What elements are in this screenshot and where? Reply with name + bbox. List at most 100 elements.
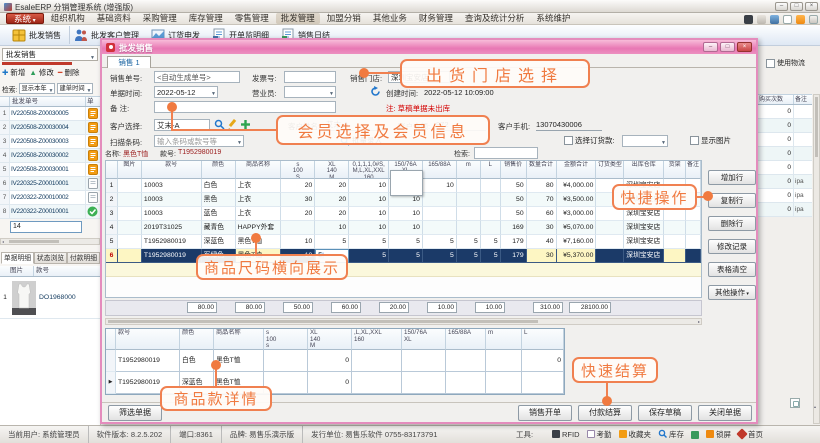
- grid-cell[interactable]: [118, 249, 142, 263]
- order-row[interactable]: 2IV220508-Z00030004: [0, 121, 100, 135]
- grid-cell[interactable]: 20: [315, 179, 349, 193]
- grid-col-header-4[interactable]: 商品名称: [236, 161, 282, 179]
- add-order-button[interactable]: ✚ 新增: [2, 67, 25, 78]
- grid-cell[interactable]: [423, 207, 457, 221]
- order-row[interactable]: 4IV220508-Z00030002: [0, 149, 100, 163]
- grid-cell[interactable]: ¥4,000.00: [557, 179, 597, 193]
- grid-cell[interactable]: 5: [457, 235, 481, 249]
- grid-cell[interactable]: [686, 249, 701, 263]
- grid-col-header-16[interactable]: 出库仓库: [624, 161, 664, 179]
- sidebar-module-select[interactable]: 批发销售 ▼: [2, 48, 98, 61]
- detail-cell[interactable]: [402, 372, 446, 394]
- grid-cell[interactable]: 5: [423, 249, 457, 263]
- grid-cell[interactable]: 5: [481, 249, 501, 263]
- grid-cell[interactable]: 1: [106, 179, 118, 193]
- grid-cell[interactable]: 5: [423, 235, 457, 249]
- order-type-select[interactable]: [622, 135, 668, 147]
- menu-item-6[interactable]: 批发管理: [276, 13, 320, 24]
- note-field[interactable]: [154, 101, 336, 113]
- grid-col-header-1[interactable]: 图片: [118, 161, 142, 179]
- grid-cell[interactable]: 179: [501, 249, 527, 263]
- grid-cell[interactable]: 5: [481, 235, 501, 249]
- menu-item-2[interactable]: 基础资料: [92, 13, 136, 24]
- grid-row-3[interactable]: 310003蓝色上衣202010105060¥3,000.00深圳宝安店: [106, 207, 701, 221]
- menu-item-5[interactable]: 零售管理: [230, 13, 274, 24]
- grid-cell[interactable]: [481, 221, 501, 235]
- clear-grid-button[interactable]: 表格清空: [708, 262, 756, 277]
- grid-cell[interactable]: 2019T31025: [142, 221, 202, 235]
- detail-col-header-6[interactable]: 150/76A XL: [402, 329, 446, 350]
- detail-cell[interactable]: 0: [308, 350, 352, 372]
- window-close-button[interactable]: ×: [805, 2, 818, 11]
- logistics-checkbox[interactable]: [766, 59, 775, 68]
- green-tool-icon[interactable]: [691, 431, 699, 439]
- toolbar-item-0[interactable]: 批发销售: [8, 26, 70, 44]
- invoice-field[interactable]: [284, 71, 336, 83]
- sidebar-tab-0[interactable]: 单据明细: [1, 252, 34, 264]
- grid-cell[interactable]: 藏青色: [202, 221, 236, 235]
- detail-cell[interactable]: [522, 372, 564, 394]
- grid-cell[interactable]: 5: [457, 249, 481, 263]
- grid-cell[interactable]: 2: [106, 193, 118, 207]
- detail-col-header-5[interactable]: ,L,XL,XXL 160: [352, 329, 402, 350]
- grid-cell[interactable]: 30: [527, 249, 557, 263]
- grid-cell[interactable]: 10003: [142, 207, 202, 221]
- order-no-field[interactable]: <自动生成单号>: [154, 71, 240, 83]
- grid-cell[interactable]: T1952980019: [142, 235, 202, 249]
- grid-cell[interactable]: 80: [527, 179, 557, 193]
- grid-cell[interactable]: 深蓝色: [202, 235, 236, 249]
- grid-cell[interactable]: 蓝色: [202, 207, 236, 221]
- grid-cell[interactable]: 5: [389, 235, 423, 249]
- grid-col-header-11[interactable]: L: [481, 161, 501, 179]
- date-filter-select[interactable]: 建单时间: [57, 83, 93, 94]
- grid-cell[interactable]: 50: [501, 207, 527, 221]
- grid-cell[interactable]: [423, 193, 457, 207]
- grid-widget-icon[interactable]: [790, 398, 800, 408]
- grid-cell[interactable]: 40: [527, 235, 557, 249]
- delete-order-button[interactable]: ━ 删除: [58, 67, 80, 78]
- grid-cell[interactable]: 30: [527, 221, 557, 235]
- order-row[interactable]: 1IV220508-Z00030005: [0, 107, 100, 121]
- grid-cell[interactable]: 70: [527, 193, 557, 207]
- menu-item-10[interactable]: 查询及统计分析: [460, 13, 530, 24]
- grid-cell[interactable]: 10: [423, 179, 457, 193]
- detail-cell[interactable]: 黑色T恤: [214, 350, 264, 372]
- show-image-checkbox[interactable]: [690, 136, 699, 145]
- grid-cell[interactable]: [686, 221, 701, 235]
- grid-col-header-0[interactable]: [106, 161, 118, 179]
- grid-cell[interactable]: [118, 221, 142, 235]
- order-row[interactable]: 5IV220508-Z00030001: [0, 163, 100, 177]
- filter-orders-button[interactable]: 筛选单据: [108, 405, 162, 421]
- detail-cell[interactable]: 0: [522, 350, 564, 372]
- clerk-select[interactable]: [284, 86, 336, 98]
- grid-cell[interactable]: [118, 179, 142, 193]
- grid-col-header-6[interactable]: XL 140 M: [315, 161, 349, 179]
- grid-cell[interactable]: [481, 207, 501, 221]
- order-list-header[interactable]: 批发单号 单: [0, 96, 100, 107]
- grid-cell[interactable]: [457, 179, 481, 193]
- detail-cell[interactable]: [446, 372, 486, 394]
- grid-cell[interactable]: [457, 221, 481, 235]
- grid-cell[interactable]: [686, 235, 701, 249]
- grid-cell[interactable]: 深圳宝安店: [624, 235, 664, 249]
- detail-cell[interactable]: [486, 350, 522, 372]
- grid-cell[interactable]: 5: [389, 249, 423, 263]
- grid-cell[interactable]: ¥3,000.00: [557, 207, 597, 221]
- grid-cell[interactable]: [664, 249, 686, 263]
- message-bubble-icon[interactable]: [783, 15, 792, 24]
- sale-tab[interactable]: 销售 1: [107, 56, 151, 68]
- detail-col-header-4[interactable]: XL 140 M: [308, 329, 352, 350]
- order-row[interactable]: 7IV220322-Z00010002: [0, 191, 100, 205]
- grid-cell[interactable]: 上衣: [236, 193, 282, 207]
- menu-item-9[interactable]: 财务管理: [414, 13, 458, 24]
- grid-cell[interactable]: 10: [349, 221, 389, 235]
- grid-cell[interactable]: 上衣: [236, 207, 282, 221]
- dialog-maximize-button[interactable]: □: [720, 42, 735, 52]
- grid-cell[interactable]: 30: [281, 193, 315, 207]
- grid-col-header-7[interactable]: 0,1,1,1,0#S, M,L,XL,XXL 160: [349, 161, 389, 179]
- order-row[interactable]: 6IV220325-Z00010001: [0, 177, 100, 191]
- grid-cell[interactable]: 10: [315, 221, 349, 235]
- rfid-device-icon[interactable]: [744, 15, 753, 24]
- grid-cell[interactable]: 5: [349, 235, 389, 249]
- lock-screen-icon[interactable]: [796, 15, 805, 24]
